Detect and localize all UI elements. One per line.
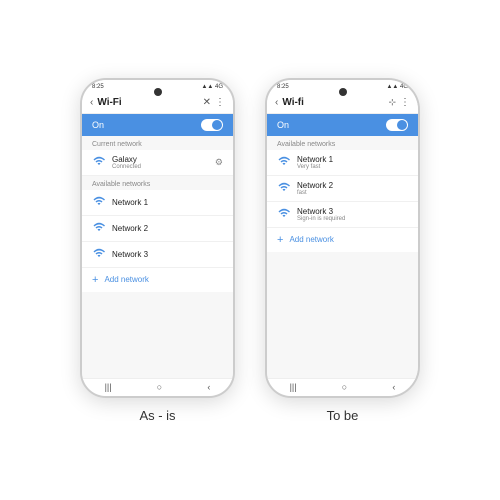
left-title: Wi-Fi [97, 97, 121, 108]
left-gear-icon[interactable]: ⚙ [215, 157, 223, 168]
left-wifi-icon-2 [92, 221, 106, 236]
right-network-name-1: Network 1 [297, 155, 408, 164]
left-nav-back[interactable]: ‹ [207, 382, 210, 392]
right-wifi-icon-1 [277, 155, 291, 170]
left-toggle-knob [212, 120, 222, 130]
right-more-icon[interactable]: ⋮ [400, 97, 410, 108]
right-nav-back[interactable]: ‹ [392, 382, 395, 392]
right-status-icons: ▲▲ 4G [386, 84, 408, 90]
right-add-label: Add network [289, 235, 333, 244]
left-search-icon[interactable]: ✕ [203, 97, 211, 108]
right-network-1[interactable]: Network 1 Very fast [267, 150, 418, 176]
left-network-info-3: Network 3 [112, 250, 223, 259]
right-network-2[interactable]: Network 2 fast [267, 176, 418, 202]
left-network-1[interactable]: Network 1 [82, 190, 233, 216]
left-top-bar-right: ✕ ⋮ [203, 97, 225, 108]
right-top-bar-right: ⊹ ⋮ [388, 97, 410, 108]
right-back-icon[interactable]: ‹ [275, 97, 278, 108]
right-toggle-label: On [277, 120, 289, 130]
right-screen: ‹ Wi-fi ⊹ ⋮ On Available networ [267, 92, 418, 380]
left-bottom-nav: ||| ○ ‹ [82, 378, 233, 396]
left-time: 8:25 [92, 84, 104, 90]
right-phone: 8:25 ▲▲ 4G ‹ Wi-fi ⊹ ⋮ [265, 78, 420, 398]
left-network-name-1: Network 1 [112, 198, 223, 207]
right-network-sub-3: Sign-in is required [297, 216, 408, 222]
right-signal: ▲▲ 4G [386, 84, 408, 90]
right-phone-container: 8:25 ▲▲ 4G ‹ Wi-fi ⊹ ⋮ [265, 78, 420, 398]
left-current-name: Galaxy [112, 155, 209, 164]
left-current-section: Current network [82, 136, 233, 150]
right-top-bar-left: ‹ Wi-fi [275, 97, 304, 108]
left-current-sub: Connected [112, 164, 209, 170]
left-wifi-icon-3 [92, 247, 106, 262]
punch-hole-left [154, 88, 162, 96]
right-nav-home[interactable]: ○ [342, 382, 347, 392]
phones-comparison: 8:25 ▲▲ 4G ‹ Wi-Fi ✕ ⋮ [80, 78, 420, 408]
left-phone: 8:25 ▲▲ 4G ‹ Wi-Fi ✕ ⋮ [80, 78, 235, 398]
left-network-name-2: Network 2 [112, 224, 223, 233]
left-toggle-label: On [92, 120, 104, 130]
right-network-sub-1: Very fast [297, 164, 408, 170]
right-network-info-3: Network 3 Sign-in is required [297, 207, 408, 222]
left-network-info-2: Network 2 [112, 224, 223, 233]
left-wifi-icon-1 [92, 195, 106, 210]
right-time: 8:25 [277, 84, 289, 90]
right-toggle-row[interactable]: On [267, 114, 418, 136]
left-status-icons: ▲▲ 4G [201, 84, 223, 90]
punch-hole-right [339, 88, 347, 96]
right-nav-recent[interactable]: ||| [290, 382, 297, 392]
right-bottom-nav: ||| ○ ‹ [267, 378, 418, 396]
left-toggle-switch[interactable] [201, 119, 223, 131]
left-back-icon[interactable]: ‹ [90, 97, 93, 108]
left-top-bar-left: ‹ Wi-Fi [90, 97, 122, 108]
right-title: Wi-fi [282, 97, 304, 108]
left-more-icon[interactable]: ⋮ [215, 97, 225, 108]
left-network-3[interactable]: Network 3 [82, 242, 233, 268]
right-network-name-3: Network 3 [297, 207, 408, 216]
right-caption: To be [265, 408, 420, 423]
left-signal: ▲▲ 4G [201, 84, 223, 90]
left-add-icon: + [92, 274, 98, 286]
right-wifi-icon-3 [277, 207, 291, 222]
left-available-section: Available networks [82, 176, 233, 190]
left-screen: ‹ Wi-Fi ✕ ⋮ On Current network [82, 92, 233, 380]
right-toggle-switch[interactable] [386, 119, 408, 131]
right-toggle-knob [397, 120, 407, 130]
right-network-info-2: Network 2 fast [297, 181, 408, 196]
right-network-3[interactable]: Network 3 Sign-in is required [267, 202, 418, 228]
left-caption: As - is [80, 408, 235, 423]
left-connected-wifi-icon [92, 155, 106, 170]
left-add-network[interactable]: + Add network [82, 268, 233, 292]
right-network-name-2: Network 2 [297, 181, 408, 190]
right-add-icon: + [277, 234, 283, 246]
right-network-sub-2: fast [297, 190, 408, 196]
left-network-info-1: Network 1 [112, 198, 223, 207]
right-wifi-icon-2 [277, 181, 291, 196]
caption-row: As - is To be [80, 408, 420, 423]
right-network-info-1: Network 1 Very fast [297, 155, 408, 170]
left-add-label: Add network [104, 275, 148, 284]
left-phone-container: 8:25 ▲▲ 4G ‹ Wi-Fi ✕ ⋮ [80, 78, 235, 398]
right-available-section: Available networks [267, 136, 418, 150]
left-network-2[interactable]: Network 2 [82, 216, 233, 242]
left-nav-recent[interactable]: ||| [105, 382, 112, 392]
left-current-network[interactable]: Galaxy Connected ⚙ [82, 150, 233, 176]
left-network-name-3: Network 3 [112, 250, 223, 259]
right-add-network[interactable]: + Add network [267, 228, 418, 252]
left-current-network-info: Galaxy Connected [112, 155, 209, 170]
right-share-icon[interactable]: ⊹ [388, 97, 396, 108]
left-toggle-row[interactable]: On [82, 114, 233, 136]
left-nav-home[interactable]: ○ [157, 382, 162, 392]
